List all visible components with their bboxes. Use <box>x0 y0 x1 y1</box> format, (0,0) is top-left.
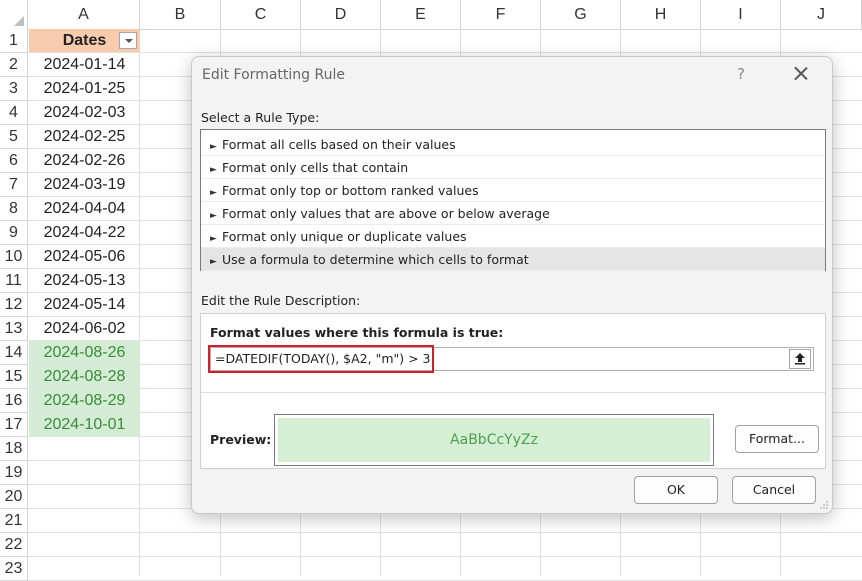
help-icon[interactable]: ? <box>737 65 745 83</box>
row-header-17[interactable]: 17 <box>0 413 28 437</box>
date-cell[interactable]: 2024-02-26 <box>29 149 140 172</box>
gridline-horizontal <box>28 556 862 557</box>
edit-formatting-rule-dialog: Edit Formatting Rule ? Select a Rule Typ… <box>191 56 833 514</box>
preview-box: AaBbCcYyZz <box>274 414 714 466</box>
row-header-6[interactable]: 6 <box>0 149 28 173</box>
rule-type-item[interactable]: ► Format only cells that contain <box>201 156 825 179</box>
row-header-15[interactable]: 15 <box>0 365 28 389</box>
preview-sample-text: AaBbCcYyZz <box>278 418 710 462</box>
date-cell[interactable]: 2024-04-22 <box>29 221 140 244</box>
date-cell[interactable]: 2024-08-26 <box>29 341 140 364</box>
close-icon[interactable] <box>789 62 813 86</box>
select-rule-type-label: Select a Rule Type: <box>201 110 320 125</box>
row-header-18[interactable]: 18 <box>0 437 28 461</box>
date-cell[interactable]: 2024-03-19 <box>29 173 140 196</box>
select-all-icon <box>14 16 24 26</box>
row-header-11[interactable]: 11 <box>0 269 28 293</box>
row-header-12[interactable]: 12 <box>0 293 28 317</box>
date-cell[interactable]: 2024-02-03 <box>29 101 140 124</box>
description-divider <box>201 392 825 393</box>
row-header-23[interactable]: 23 <box>0 557 28 581</box>
row-header-1[interactable]: 1 <box>0 29 28 53</box>
column-header-h[interactable]: H <box>621 0 701 29</box>
date-cell[interactable]: 2024-08-29 <box>29 389 140 412</box>
rule-type-item[interactable]: ► Use a formula to determine which cells … <box>201 248 825 271</box>
row-header-19[interactable]: 19 <box>0 461 28 485</box>
format-button[interactable]: Format... <box>735 425 819 453</box>
column-header-i[interactable]: I <box>701 0 781 29</box>
filter-dropdown-icon[interactable] <box>119 32 137 49</box>
column-header-a[interactable]: A <box>28 0 140 29</box>
column-header-g[interactable]: G <box>541 0 621 29</box>
date-cell[interactable]: 2024-04-04 <box>29 197 140 220</box>
row-header-10[interactable]: 10 <box>0 245 28 269</box>
rule-type-label: Format only unique or duplicate values <box>222 229 467 244</box>
row-header-4[interactable]: 4 <box>0 101 28 125</box>
column-header-d[interactable]: D <box>301 0 381 29</box>
row-header-7[interactable]: 7 <box>0 173 28 197</box>
rule-type-list[interactable]: ► Format all cells based on their values ►… <box>200 129 826 271</box>
date-cell[interactable]: 2024-01-14 <box>29 53 140 76</box>
formula-heading: Format values where this formula is true… <box>210 325 504 340</box>
resize-grip-icon[interactable] <box>819 500 829 510</box>
row-header-22[interactable]: 22 <box>0 533 28 557</box>
column-header-e[interactable]: E <box>381 0 461 29</box>
row-header-20[interactable]: 20 <box>0 485 28 509</box>
bullet-arrow-icon: ► <box>210 257 217 267</box>
date-cell[interactable]: 2024-06-02 <box>29 317 140 340</box>
row-header-13[interactable]: 13 <box>0 317 28 341</box>
row-header-9[interactable]: 9 <box>0 221 28 245</box>
select-all-corner[interactable] <box>0 0 28 29</box>
row-header-16[interactable]: 16 <box>0 389 28 413</box>
edit-rule-description-label: Edit the Rule Description: <box>201 293 361 308</box>
column-header-j[interactable]: J <box>781 0 862 29</box>
rule-type-label: Use a formula to determine which cells t… <box>222 252 529 267</box>
date-cell[interactable]: 2024-02-25 <box>29 125 140 148</box>
rule-type-label: Format only values that are above or bel… <box>222 206 550 221</box>
gridline-horizontal <box>28 532 862 533</box>
dialog-title: Edit Formatting Rule <box>202 67 345 83</box>
date-cell[interactable]: 2024-01-25 <box>29 77 140 100</box>
row-header-2[interactable]: 2 <box>0 53 28 77</box>
collapse-dialog-button[interactable] <box>789 349 811 369</box>
date-cell[interactable]: 2024-05-06 <box>29 245 140 268</box>
date-cell[interactable]: 2024-08-28 <box>29 365 140 388</box>
rule-type-item[interactable]: ► Format only values that are above or be… <box>201 202 825 225</box>
column-header-b[interactable]: B <box>140 0 221 29</box>
date-cell[interactable]: 2024-05-14 <box>29 293 140 316</box>
formula-highlight-box <box>208 345 434 373</box>
gridline-horizontal <box>28 52 862 53</box>
rule-type-label: Format only cells that contain <box>222 160 409 175</box>
row-header-21[interactable]: 21 <box>0 509 28 533</box>
date-cell[interactable]: 2024-05-13 <box>29 269 140 292</box>
rule-description-panel: Format values where this formula is true… <box>200 313 826 469</box>
cancel-button[interactable]: Cancel <box>732 476 816 504</box>
row-header-3[interactable]: 3 <box>0 77 28 101</box>
rule-type-label: Format only top or bottom ranked values <box>222 183 479 198</box>
rule-type-item[interactable]: ► Format only unique or duplicate values <box>201 225 825 248</box>
column-header-f[interactable]: F <box>461 0 541 29</box>
date-cell[interactable]: 2024-10-01 <box>29 413 140 436</box>
rule-type-item[interactable]: ► Format all cells based on their values <box>201 133 825 156</box>
ok-button[interactable]: OK <box>634 476 718 504</box>
rule-type-label: Format all cells based on their values <box>222 137 456 152</box>
rule-type-item[interactable]: ► Format only top or bottom ranked values <box>201 179 825 202</box>
row-header-5[interactable]: 5 <box>0 125 28 149</box>
preview-label: Preview: <box>210 432 272 447</box>
column-header-c[interactable]: C <box>221 0 301 29</box>
row-header-14[interactable]: 14 <box>0 341 28 365</box>
row-header-8[interactable]: 8 <box>0 197 28 221</box>
upload-arrow-icon <box>795 353 805 365</box>
